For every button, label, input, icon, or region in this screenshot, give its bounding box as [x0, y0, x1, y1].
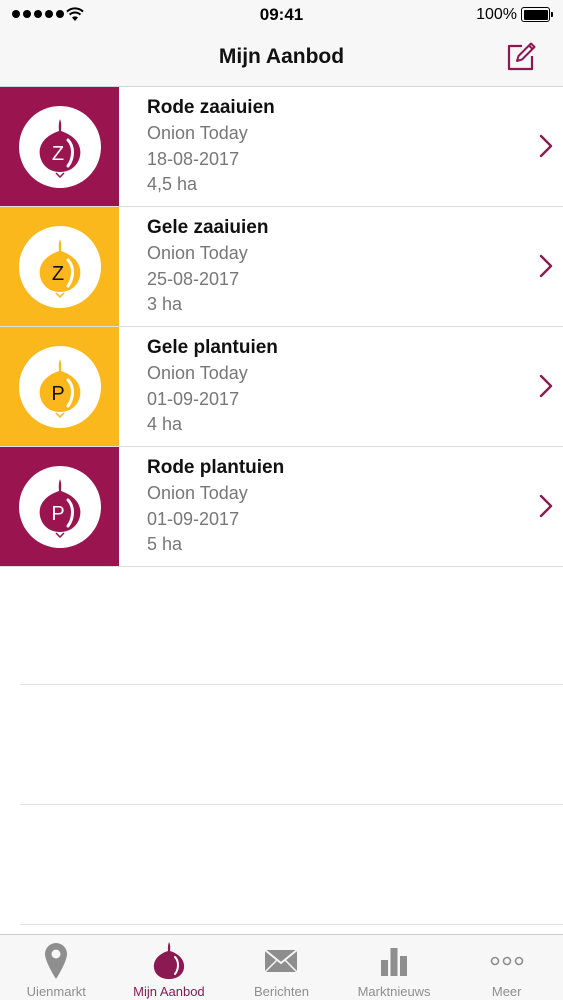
- offer-thumbnail: P: [0, 447, 119, 566]
- envelope-icon: [261, 941, 301, 981]
- onion-letter: Z: [51, 263, 63, 285]
- offer-row[interactable]: Z Gele zaaiuien Onion Today 25-08-2017 3 ha: [0, 207, 563, 327]
- tab-uienmarkt[interactable]: Uienmarkt: [0, 935, 113, 1000]
- offer-company: Onion Today: [147, 363, 248, 383]
- battery-icon: [521, 7, 553, 22]
- offer-thumbnail: Z: [0, 87, 119, 206]
- offer-company: Onion Today: [147, 123, 248, 143]
- onion-icon: Z: [39, 118, 80, 178]
- offer-thumbnail: Z: [0, 207, 119, 326]
- onion-icon: Z: [39, 238, 80, 298]
- offer-row[interactable]: P Rode plantuien Onion Today 01-09-2017 5 ha: [0, 447, 563, 567]
- tab-label: Uienmarkt: [26, 984, 86, 999]
- battery-percentage: 100%: [476, 6, 517, 23]
- onion-letter: P: [51, 383, 64, 405]
- offer-area: 4,5 ha: [147, 174, 198, 194]
- tab-bar: Uienmarkt Mijn Aanbod Berichten Marktnieuws…: [0, 934, 563, 1000]
- offer-name: Rode plantuien: [147, 457, 285, 478]
- offer-list: Z Rode zaaiuien Onion Today 18-08-2017 4,5 h…: [0, 87, 563, 567]
- offer-date: 25-08-2017: [147, 268, 240, 289]
- onion-icon: P: [39, 358, 80, 418]
- tab-label: Meer: [491, 984, 522, 999]
- page-title: Mijn Aanbod: [218, 45, 345, 68]
- tab-mijn-aanbod[interactable]: Mijn Aanbod: [113, 935, 226, 1000]
- offer-area: 5 ha: [147, 534, 183, 554]
- tab-berichten[interactable]: Berichten: [225, 935, 338, 1000]
- offer-date: 01-09-2017: [147, 508, 240, 529]
- offer-row[interactable]: P Gele plantuien Onion Today 01-09-2017 4 ha: [0, 327, 563, 447]
- offer-thumbnail: P: [0, 327, 119, 446]
- navigation-bar: Mijn Aanbod: [0, 30, 563, 87]
- tab-label: Berichten: [254, 984, 309, 999]
- compose-edit-button[interactable]: [503, 39, 539, 75]
- bar-chart-icon: [374, 941, 414, 981]
- offer-date: 18-08-2017: [147, 148, 240, 169]
- onion-icon: P: [39, 478, 80, 538]
- chevron-right-icon: [539, 254, 553, 278]
- status-bar: 09:41 100%: [0, 0, 563, 30]
- offer-area: 4 ha: [147, 414, 183, 434]
- list-separator: [20, 924, 563, 925]
- onion-letter: P: [51, 503, 64, 525]
- chevron-right-icon: [539, 134, 553, 158]
- more-dots-icon: [487, 941, 527, 981]
- tab-meer[interactable]: Meer: [450, 935, 563, 1000]
- offer-row[interactable]: Z Rode zaaiuien Onion Today 18-08-2017 4,5 h…: [0, 87, 563, 207]
- list-separator: [20, 804, 563, 805]
- offer-name: Rode zaaiuien: [147, 97, 275, 118]
- offer-name: Gele zaaiuien: [147, 217, 269, 238]
- offer-company: Onion Today: [147, 243, 248, 263]
- chevron-right-icon: [539, 494, 553, 518]
- offer-date: 01-09-2017: [147, 388, 240, 409]
- onion-letter: Z: [51, 143, 63, 165]
- tab-label: Marktnieuws: [357, 984, 431, 999]
- chevron-right-icon: [539, 374, 553, 398]
- tab-label: Mijn Aanbod: [133, 984, 205, 999]
- list-separator: [20, 684, 563, 685]
- map-pin-icon: [36, 941, 76, 981]
- tab-marktnieuws[interactable]: Marktnieuws: [338, 935, 451, 1000]
- offer-name: Gele plantuien: [147, 337, 278, 358]
- offer-area: 3 ha: [147, 294, 183, 314]
- offer-company: Onion Today: [147, 483, 248, 503]
- onion-icon: [149, 941, 189, 981]
